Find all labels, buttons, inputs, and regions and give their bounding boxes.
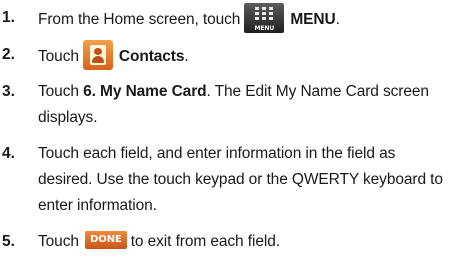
contacts-icon xyxy=(82,40,113,70)
step-text: Touch DONE to exit from each field. xyxy=(38,229,469,255)
step-number: 4. xyxy=(2,145,15,162)
step-text-before: Touch xyxy=(38,233,79,250)
my-name-card-label: 6. My Name Card xyxy=(83,83,207,100)
contacts-label: Contacts xyxy=(118,48,185,66)
step-line-3: enter information. xyxy=(38,197,157,214)
grid-glyph xyxy=(255,7,274,21)
step-text-end: . xyxy=(184,48,189,66)
step-text-rest: . The Edit My Name Card screen xyxy=(206,83,430,100)
step-text-after: to exit from each field. xyxy=(130,233,280,250)
step-number: 3. xyxy=(2,83,15,100)
menu-grid-icon: MENU xyxy=(244,3,285,33)
step-text: Touch each field, and enter information … xyxy=(38,141,469,219)
menu-label: MENU xyxy=(290,11,336,29)
step-text-end: . xyxy=(335,11,340,29)
step-line-1: Touch each field, and enter information … xyxy=(38,145,396,162)
step-line-2: desired. Use the touch keypad or the QWE… xyxy=(38,171,443,188)
step-text: Touch 6. My Name Card. The Edit My Name … xyxy=(38,79,469,131)
step-line-1: Touch 6. My Name Card. The Edit My Name … xyxy=(38,79,469,105)
done-button: DONE xyxy=(85,230,127,249)
step-number: 5. xyxy=(2,233,15,250)
step-text: From the Home screen, touch MENU MENU. xyxy=(38,3,469,35)
step-text-before: From the Home screen, touch xyxy=(38,11,241,29)
step-text-before: Touch xyxy=(38,48,79,66)
step-text: Touch Contacts. xyxy=(38,40,469,72)
step-text-before: Touch xyxy=(38,83,79,100)
menu-icon-caption: MENU xyxy=(254,25,275,32)
step-number: 1. xyxy=(2,9,15,26)
step-line-2: displays. xyxy=(38,109,98,126)
step-number: 2. xyxy=(2,46,15,63)
